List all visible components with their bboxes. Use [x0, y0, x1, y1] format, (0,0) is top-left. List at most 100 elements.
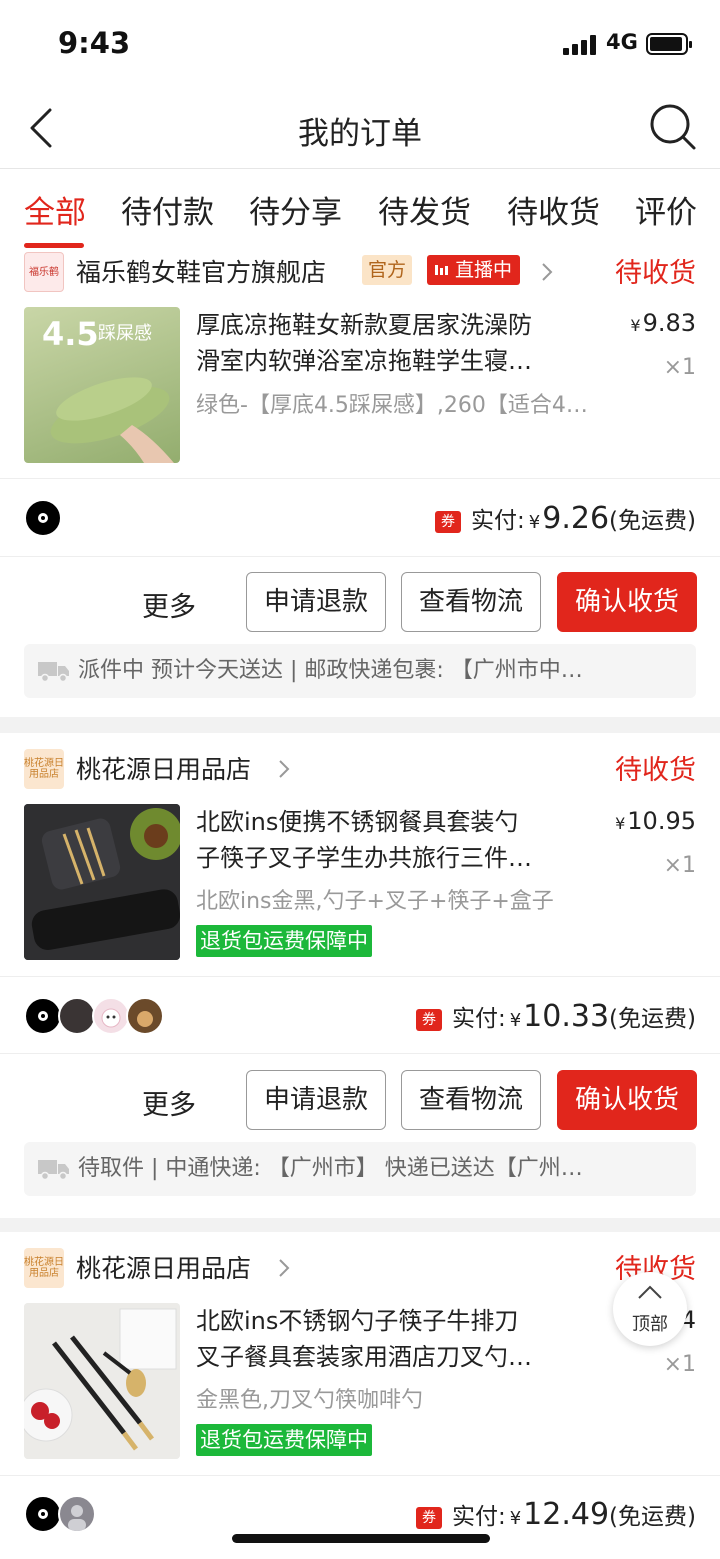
order-tabs: 全部 待付款 待分享 待发货 待收货 评价 [0, 169, 720, 249]
return-shipping-guarantee-tag: 退货包运费保障中 [196, 925, 372, 957]
shop-name[interactable]: 福乐鹤女鞋官方旗舰店 [76, 253, 326, 289]
payment-summary: 券 实付: ¥ 9.26 (免运费) [435, 501, 696, 536]
payment-summary: 券 实付: ¥ 10.33 (免运费) [415, 999, 696, 1034]
tab-review[interactable]: 评价 [635, 187, 697, 232]
more-button[interactable]: 更多 [142, 585, 196, 624]
logistics-info[interactable]: 派件中 预计今天送达 | 邮政快递包裹: 【广州市中… [24, 644, 696, 698]
return-shipping-guarantee-tag: 退货包运费保障中 [196, 1424, 372, 1456]
product-qty: ×1 [663, 355, 696, 380]
chevron-right-icon [279, 1259, 290, 1277]
logistics-text: 派件中 预计今天送达 | 邮政快递包裹: 【广州市中… [78, 658, 583, 683]
shop-row[interactable]: 桃花源日用品店 桃花源日用品店 待收货 [0, 1245, 720, 1295]
product-title-line: 厚底凉拖鞋女新款夏居家洗澡防 [196, 311, 532, 339]
page-title: 我的订单 [298, 116, 422, 152]
coupon-icon: 券 [415, 1009, 442, 1031]
coupon-icon: 券 [415, 1507, 442, 1529]
network-type: 4G [606, 30, 638, 54]
pay-label: 实付: [451, 1006, 506, 1032]
product-sku: 北欧ins金黑,勺子+叉子+筷子+盒子 [196, 889, 554, 914]
shop-name[interactable]: 桃花源日用品店 [76, 1249, 251, 1285]
order-card: 福乐鹤 福乐鹤女鞋官方旗舰店 官方 直播中 待收货 4.5 踩屎感 厚底凉拖鞋女… [0, 249, 720, 717]
search-icon[interactable] [648, 102, 698, 152]
chevron-up-icon [638, 1285, 662, 1299]
status-bar: 9:43 4G [0, 0, 720, 88]
signal-icon [563, 33, 599, 55]
shop-row[interactable]: 桃花源日用品店 桃花源日用品店 待收货 [0, 746, 720, 796]
tab-all[interactable]: 全部 [24, 187, 86, 232]
avatar [92, 997, 130, 1035]
product-image[interactable] [24, 1303, 180, 1459]
cutlery-illustration [24, 804, 180, 960]
divider [0, 556, 720, 557]
live-badge-label: 直播中 [455, 259, 513, 281]
pay-note: (免运费) [609, 1504, 696, 1530]
divider [0, 1053, 720, 1054]
product-image[interactable]: 4.5 踩屎感 [24, 307, 180, 463]
tab-pending-payment[interactable]: 待付款 [121, 187, 214, 232]
avatar [58, 1495, 96, 1533]
tab-underline [24, 243, 84, 248]
product-price: ¥10.95 [615, 807, 696, 835]
image-big-text: 4.5 [42, 315, 99, 353]
divider [0, 976, 720, 977]
pay-amount: 10.33 [523, 999, 610, 1034]
product-title-line: 北欧ins便携不锈钢餐具套装勺 [196, 808, 519, 836]
status-time: 9:43 [58, 26, 131, 60]
product-title-line: 叉子餐具套装家用酒店刀叉勺… [196, 1343, 532, 1371]
product-image[interactable] [24, 804, 180, 960]
pay-amount: 9.26 [542, 501, 610, 536]
cutlery-illustration [24, 1303, 180, 1459]
truck-icon [38, 1160, 69, 1180]
order-card: 桃花源日用品店 桃花源日用品店 待收货 北欧ins不锈钢勺子筷子牛排刀 叉子餐具… [0, 1232, 720, 1559]
tab-pending-share[interactable]: 待分享 [249, 187, 342, 232]
card-gap [0, 1218, 720, 1232]
shop-logo: 桃花源日用品店 [24, 1248, 64, 1288]
shop-name[interactable]: 桃花源日用品店 [76, 750, 251, 786]
product-title-line: 滑室内软弹浴室凉拖鞋学生寝… [196, 347, 532, 375]
product-sku: 绿色-【厚底4.5踩屎感】,260【适合4… [196, 393, 588, 418]
card-gap [0, 717, 720, 733]
pay-note: (免运费) [609, 508, 696, 534]
view-logistics-button[interactable]: 查看物流 [401, 572, 541, 632]
battery-icon [646, 33, 692, 55]
product-title[interactable]: 北欧ins不锈钢勺子筷子牛排刀 叉子餐具套装家用酒店刀叉勺… [196, 1303, 586, 1375]
logistics-info[interactable]: 待取件 | 中通快递: 【广州市】 快递已送达【广州… [24, 1142, 696, 1196]
product-title[interactable]: 厚底凉拖鞋女新款夏居家洗澡防 滑室内软弹浴室凉拖鞋学生寝… [196, 307, 586, 379]
product-title[interactable]: 北欧ins便携不锈钢餐具套装勺 子筷子叉子学生办共旅行三件… [196, 804, 586, 876]
avatar [126, 997, 164, 1035]
refund-button[interactable]: 申请退款 [246, 1070, 386, 1130]
shop-row[interactable]: 福乐鹤 福乐鹤女鞋官方旗舰店 官方 直播中 待收货 [0, 249, 720, 299]
shop-logo: 桃花源日用品店 [24, 749, 64, 789]
payment-summary: 券 实付: ¥ 12.49 (免运费) [415, 1497, 696, 1532]
divider [0, 1475, 720, 1476]
order-card: 桃花源日用品店 桃花源日用品店 待收货 北欧ins便携不锈钢餐具套装勺 子筷子叉… [0, 733, 720, 1218]
avatar [24, 1495, 62, 1533]
product-title-line: 北欧ins不锈钢勺子筷子牛排刀 [196, 1307, 519, 1335]
product-title-line: 子筷子叉子学生办共旅行三件… [196, 844, 532, 872]
product-qty: ×1 [663, 1352, 696, 1377]
more-button[interactable]: 更多 [142, 1083, 196, 1122]
tab-pending-receipt[interactable]: 待收货 [507, 187, 600, 232]
order-status: 待收货 [615, 755, 696, 786]
pay-note: (免运费) [609, 1006, 696, 1032]
avatar [24, 997, 62, 1035]
confirm-receipt-button[interactable]: 确认收货 [557, 572, 697, 632]
product-sku: 金黑色,刀叉勺筷咖啡勺 [196, 1388, 423, 1413]
confirm-receipt-button[interactable]: 确认收货 [557, 1070, 697, 1130]
order-status: 待收货 [615, 258, 696, 289]
chevron-right-icon [542, 263, 553, 281]
avatar [58, 997, 96, 1035]
refund-button[interactable]: 申请退款 [246, 572, 386, 632]
pay-label: 实付: [471, 508, 525, 534]
truck-icon [38, 662, 69, 682]
scroll-to-top-label: 顶部 [632, 1314, 668, 1335]
tab-pending-shipment[interactable]: 待发货 [378, 187, 471, 232]
pay-label: 实付: [451, 1504, 506, 1530]
scroll-to-top-button[interactable]: 顶部 [613, 1272, 687, 1346]
divider [0, 478, 720, 479]
shop-logo: 福乐鹤 [24, 252, 64, 292]
live-icon [435, 265, 448, 275]
live-badge[interactable]: 直播中 [427, 255, 521, 285]
view-logistics-button[interactable]: 查看物流 [401, 1070, 541, 1130]
home-indicator[interactable] [232, 1534, 490, 1543]
